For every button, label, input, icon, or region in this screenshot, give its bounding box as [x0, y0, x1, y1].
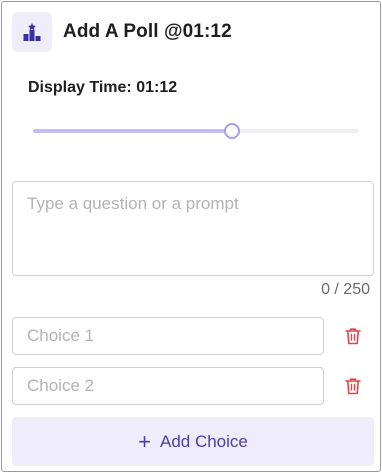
delete-choice-1-button[interactable]	[343, 326, 363, 346]
trash-icon	[345, 378, 361, 395]
delete-choice-2-button[interactable]	[343, 376, 363, 396]
display-time-slider[interactable]	[33, 120, 359, 142]
poll-podium-icon	[12, 12, 52, 52]
slider-thumb[interactable]	[223, 123, 240, 139]
choice-row-2	[12, 367, 374, 405]
add-choice-button[interactable]: + Add Choice	[12, 417, 374, 466]
choice-row-1	[12, 317, 374, 355]
plus-icon: +	[138, 428, 151, 454]
trash-icon	[345, 328, 361, 345]
question-input[interactable]	[12, 181, 374, 276]
poll-panel: Add A Poll @01:12 Display Time: 01:12 0 …	[1, 1, 381, 472]
panel-header: Add A Poll @01:12	[12, 12, 232, 52]
add-choice-label: Add Choice	[159, 431, 248, 451]
page-title: Add A Poll @01:12	[63, 21, 232, 42]
display-time-label: Display Time: 01:12	[28, 79, 178, 96]
choice-1-input[interactable]	[12, 317, 324, 355]
slider-fill	[33, 129, 232, 133]
choice-2-input[interactable]	[12, 367, 324, 405]
character-counter: 0 / 250	[321, 281, 370, 298]
